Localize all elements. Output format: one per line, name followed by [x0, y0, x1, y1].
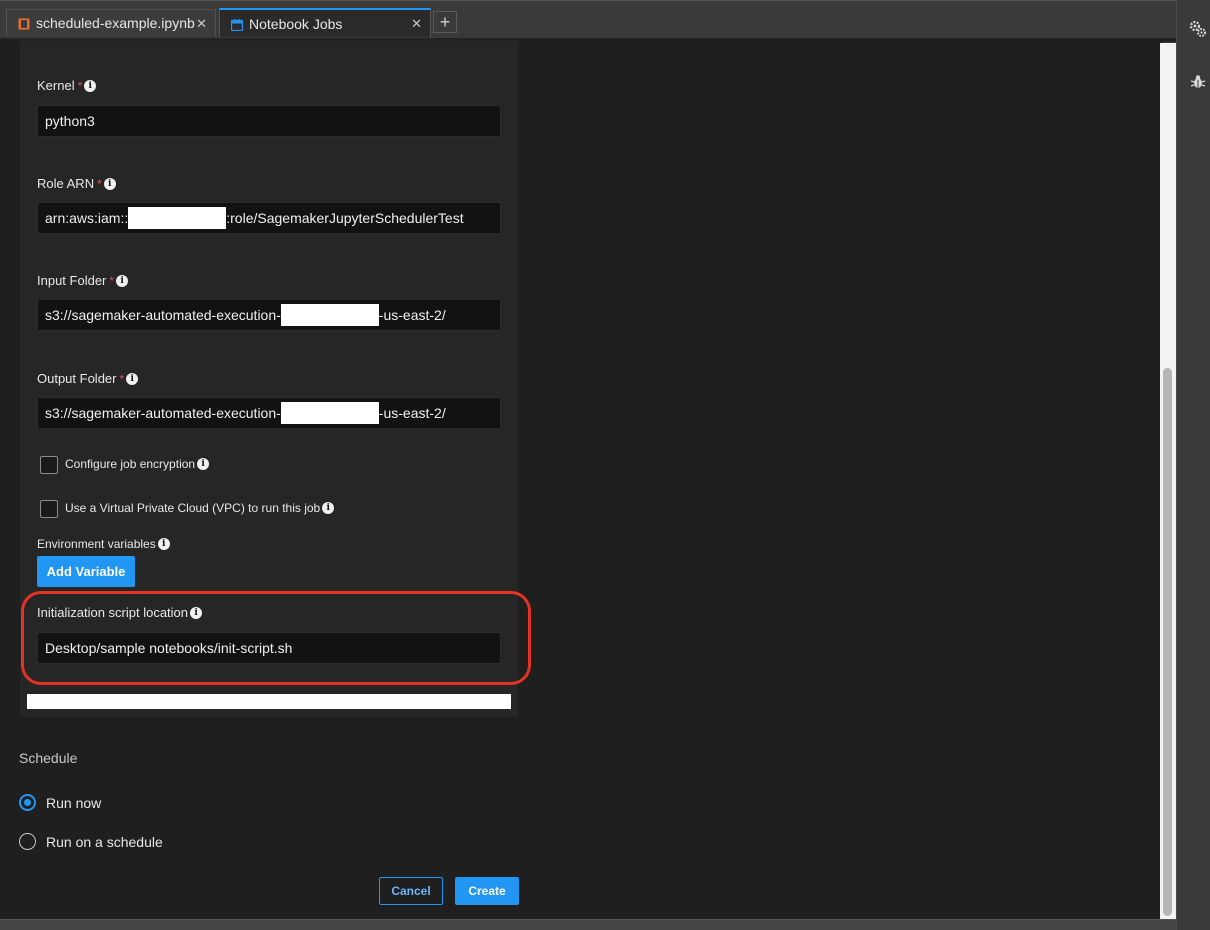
scrollbar-thumb[interactable]: [1163, 368, 1172, 916]
kernel-input[interactable]: python3: [37, 105, 501, 137]
highlight-annotation: [21, 591, 531, 685]
info-icon[interactable]: i: [322, 502, 335, 514]
info-icon[interactable]: i: [116, 274, 129, 287]
redacted-bar: [27, 694, 511, 709]
debugger-bug-icon[interactable]: [1190, 74, 1206, 95]
configure-encryption-text: Configure job encryption: [65, 457, 196, 471]
close-icon[interactable]: ✕: [196, 16, 207, 32]
role-arn-input[interactable]: arn:aws:iam:::role/SagemakerJupyterSched…: [37, 202, 501, 234]
right-sidebar: [1176, 0, 1210, 930]
jupyter-window: scheduled-example.ipynb ✕ Notebook Jobs …: [0, 0, 1210, 930]
output-folder-input[interactable]: s3://sagemaker-automated-execution- -us-e…: [37, 397, 501, 429]
schedule-title: Schedule: [19, 750, 78, 766]
use-vpc-checkbox[interactable]: [40, 500, 58, 518]
required-marker: *: [119, 371, 125, 386]
output-folder-label-text: Output Folder: [37, 371, 117, 386]
tab-label: scheduled-example.ipynb: [36, 15, 195, 31]
output-folder-label: Output Folder * i: [37, 371, 139, 386]
info-icon[interactable]: i: [84, 79, 97, 92]
input-folder-label: Input Folder * i: [37, 273, 129, 288]
info-icon[interactable]: i: [126, 372, 139, 385]
tab-label: Notebook Jobs: [249, 15, 343, 32]
kernel-label: Kernel * i: [37, 78, 97, 93]
redacted-account-id: [128, 206, 227, 229]
add-tab-button[interactable]: +: [433, 11, 457, 33]
kernel-label-text: Kernel: [37, 78, 75, 93]
required-marker: *: [109, 273, 115, 288]
use-vpc-label: Use a Virtual Private Cloud (VPC) to run…: [65, 501, 335, 515]
close-icon[interactable]: ✕: [411, 16, 422, 32]
required-marker: *: [97, 176, 102, 191]
run-on-schedule-label: Run on a schedule: [46, 834, 163, 850]
role-arn-suffix: :role/SagemakerJupyterSchedulerTest: [226, 210, 464, 226]
required-marker: *: [77, 78, 83, 93]
tab-scheduled-example[interactable]: scheduled-example.ipynb ✕: [6, 9, 216, 36]
use-vpc-text: Use a Virtual Private Cloud (VPC) to run…: [65, 501, 321, 515]
create-button[interactable]: Create: [455, 877, 519, 905]
info-icon[interactable]: i: [103, 177, 116, 190]
env-vars-label: Environment variables i: [37, 537, 170, 551]
run-on-schedule-radio[interactable]: [19, 833, 36, 850]
status-bar: [0, 919, 1176, 930]
calendar-icon: [230, 18, 244, 31]
output-folder-suffix: -us-east-2/: [378, 405, 446, 421]
run-now-radio[interactable]: [19, 794, 36, 811]
vertical-scrollbar[interactable]: [1160, 43, 1176, 919]
notebook-icon: [18, 17, 30, 30]
notebook-jobs-panel: Kernel * i python3 Role ARN * i arn:aws:…: [0, 41, 1162, 919]
role-arn-label-text: Role ARN: [37, 176, 95, 191]
tab-bar: scheduled-example.ipynb ✕ Notebook Jobs …: [0, 0, 1176, 44]
input-folder-label-text: Input Folder: [37, 273, 107, 288]
env-vars-text: Environment variables: [37, 537, 156, 551]
redacted-account-id: [280, 401, 379, 424]
input-folder-prefix: s3://sagemaker-automated-execution-: [45, 307, 281, 323]
role-arn-label: Role ARN * i: [37, 176, 116, 191]
input-folder-input[interactable]: s3://sagemaker-automated-execution- -us-e…: [37, 299, 501, 331]
info-icon[interactable]: i: [157, 538, 170, 550]
run-now-label: Run now: [46, 795, 102, 811]
info-icon[interactable]: i: [197, 458, 210, 470]
redacted-account-id: [280, 303, 379, 326]
configure-encryption-label: Configure job encryption i: [65, 457, 210, 471]
tab-notebook-jobs[interactable]: Notebook Jobs ✕: [219, 8, 431, 37]
kernel-value: python3: [45, 113, 95, 129]
configure-encryption-checkbox[interactable]: [40, 456, 58, 474]
cancel-button[interactable]: Cancel: [379, 877, 443, 905]
property-inspector-icon[interactable]: [1189, 20, 1207, 43]
role-arn-prefix: arn:aws:iam::: [45, 210, 129, 226]
add-variable-button[interactable]: Add Variable: [37, 556, 135, 587]
input-folder-suffix: -us-east-2/: [378, 307, 446, 323]
output-folder-prefix: s3://sagemaker-automated-execution-: [45, 405, 281, 421]
